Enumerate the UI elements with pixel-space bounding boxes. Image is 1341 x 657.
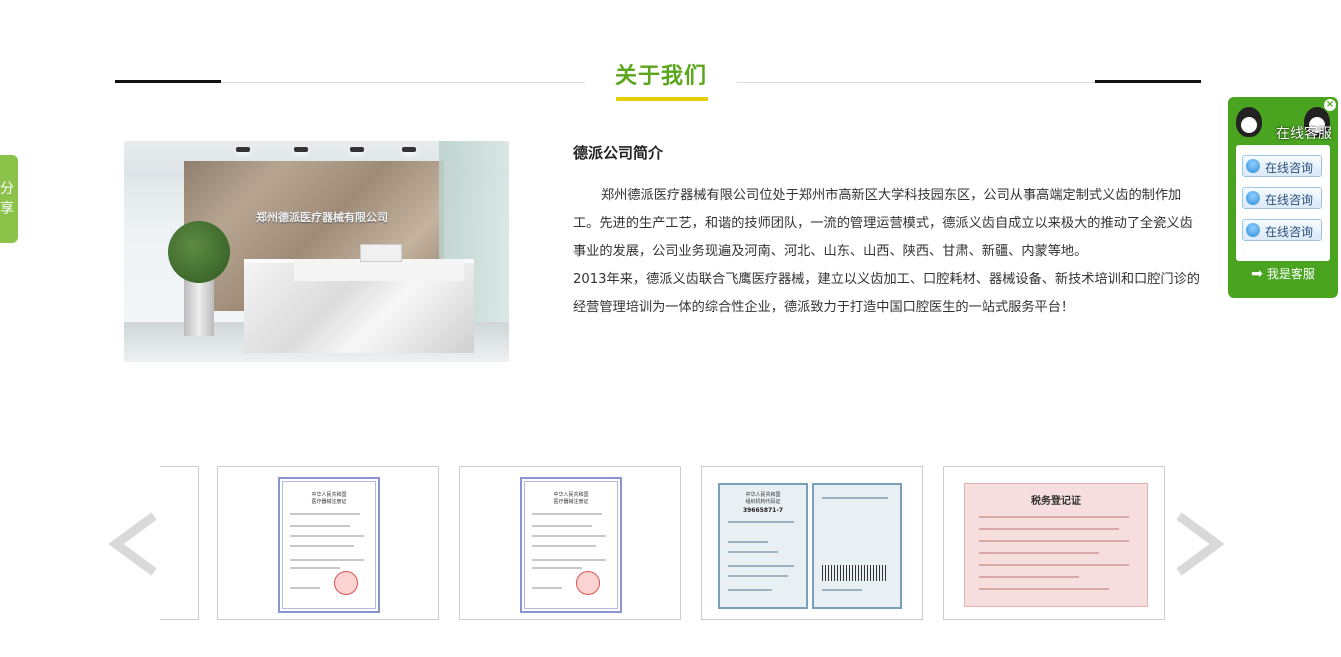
tax-certificate-header: 税务登记证: [1031, 496, 1081, 507]
office-photo: 郑州德派医疗器械有限公司: [124, 141, 509, 362]
tax-certificate-image: 税务登记证: [964, 483, 1148, 607]
org-code-number: 39665871-7: [742, 507, 784, 514]
section-title: 关于我们: [614, 64, 707, 89]
qq-icon: [1246, 191, 1260, 205]
chevron-right-icon: [1176, 512, 1225, 576]
consult-button[interactable]: 在线咨询: [1242, 155, 1322, 177]
share-tab[interactable]: 分 享: [0, 155, 18, 243]
carousel-item[interactable]: 中华人民共和国 医疗器械注册证: [217, 466, 439, 620]
carousel-prev-button[interactable]: [108, 512, 158, 576]
consult-label: 在线咨询: [1265, 161, 1314, 175]
share-tab-label-1: 分: [0, 181, 14, 197]
share-tab-label-2: 享: [0, 201, 14, 217]
office-sign-text: 郑州德派医疗器械有限公司: [256, 211, 388, 224]
org-code-card-back: [812, 483, 902, 609]
service-footer[interactable]: ➡ 我是客服: [1228, 265, 1338, 282]
arrow-right-icon: ➡: [1251, 266, 1263, 282]
intro-paragraph-2: 2013年来，德派义齿联合飞鹰医疗器械，建立以义齿加工、口腔耗材、器械设备、新技…: [573, 272, 1200, 315]
carousel-item[interactable]: 中华人民共和国 医疗器械注册证: [459, 466, 681, 620]
title-divider-left-accent: [115, 80, 221, 83]
chevron-left-icon: [108, 512, 157, 576]
service-header: 在线客服 ×: [1228, 97, 1338, 142]
certificate-image: 中华人民共和国 医疗器械注册证: [520, 477, 622, 613]
intro-paragraph-1: 郑州德派医疗器械有限公司位处于郑州市高新区大学科技园东区，公司从事高端定制式义齿…: [573, 188, 1193, 259]
consult-button[interactable]: 在线咨询: [1242, 219, 1322, 241]
service-footer-label: 我是客服: [1266, 267, 1315, 281]
certificate-header: 中华人民共和国 医疗器械注册证: [553, 492, 589, 505]
certificate-header: 中华人民共和国 医疗器械注册证: [311, 492, 347, 505]
consult-button[interactable]: 在线咨询: [1242, 187, 1322, 209]
plant: [168, 221, 230, 283]
carousel-item[interactable]: 中华人民共和国 组织机构代码证 39665871-7: [701, 466, 923, 620]
carousel-next-button[interactable]: [1175, 512, 1225, 576]
certificate-image: 中华人民共和国 医疗器械注册证: [278, 477, 380, 613]
consult-label: 在线咨询: [1265, 193, 1314, 207]
red-seal: [576, 571, 600, 595]
title-divider-right-accent: [1095, 80, 1201, 83]
service-body: 在线咨询 在线咨询 在线咨询: [1236, 145, 1330, 261]
carousel-item-partial[interactable]: [160, 466, 199, 620]
qq-icon: [1246, 223, 1260, 237]
red-seal: [334, 571, 358, 595]
service-title: 在线客服: [1276, 126, 1332, 142]
carousel-item[interactable]: 税务登记证: [943, 466, 1165, 620]
org-code-header: 中华人民共和国 组织机构代码证: [745, 492, 781, 505]
qq-icon: [1246, 159, 1260, 173]
intro-heading: 德派公司简介: [573, 144, 664, 162]
online-service-widget: 在线客服 × 在线咨询 在线咨询 在线咨询 ➡ 我是客服: [1228, 97, 1338, 298]
org-code-card-front: 中华人民共和国 组织机构代码证 39665871-7: [718, 483, 808, 609]
section-title-underline: [616, 97, 708, 101]
close-icon[interactable]: ×: [1324, 99, 1336, 111]
consult-label: 在线咨询: [1265, 225, 1314, 239]
